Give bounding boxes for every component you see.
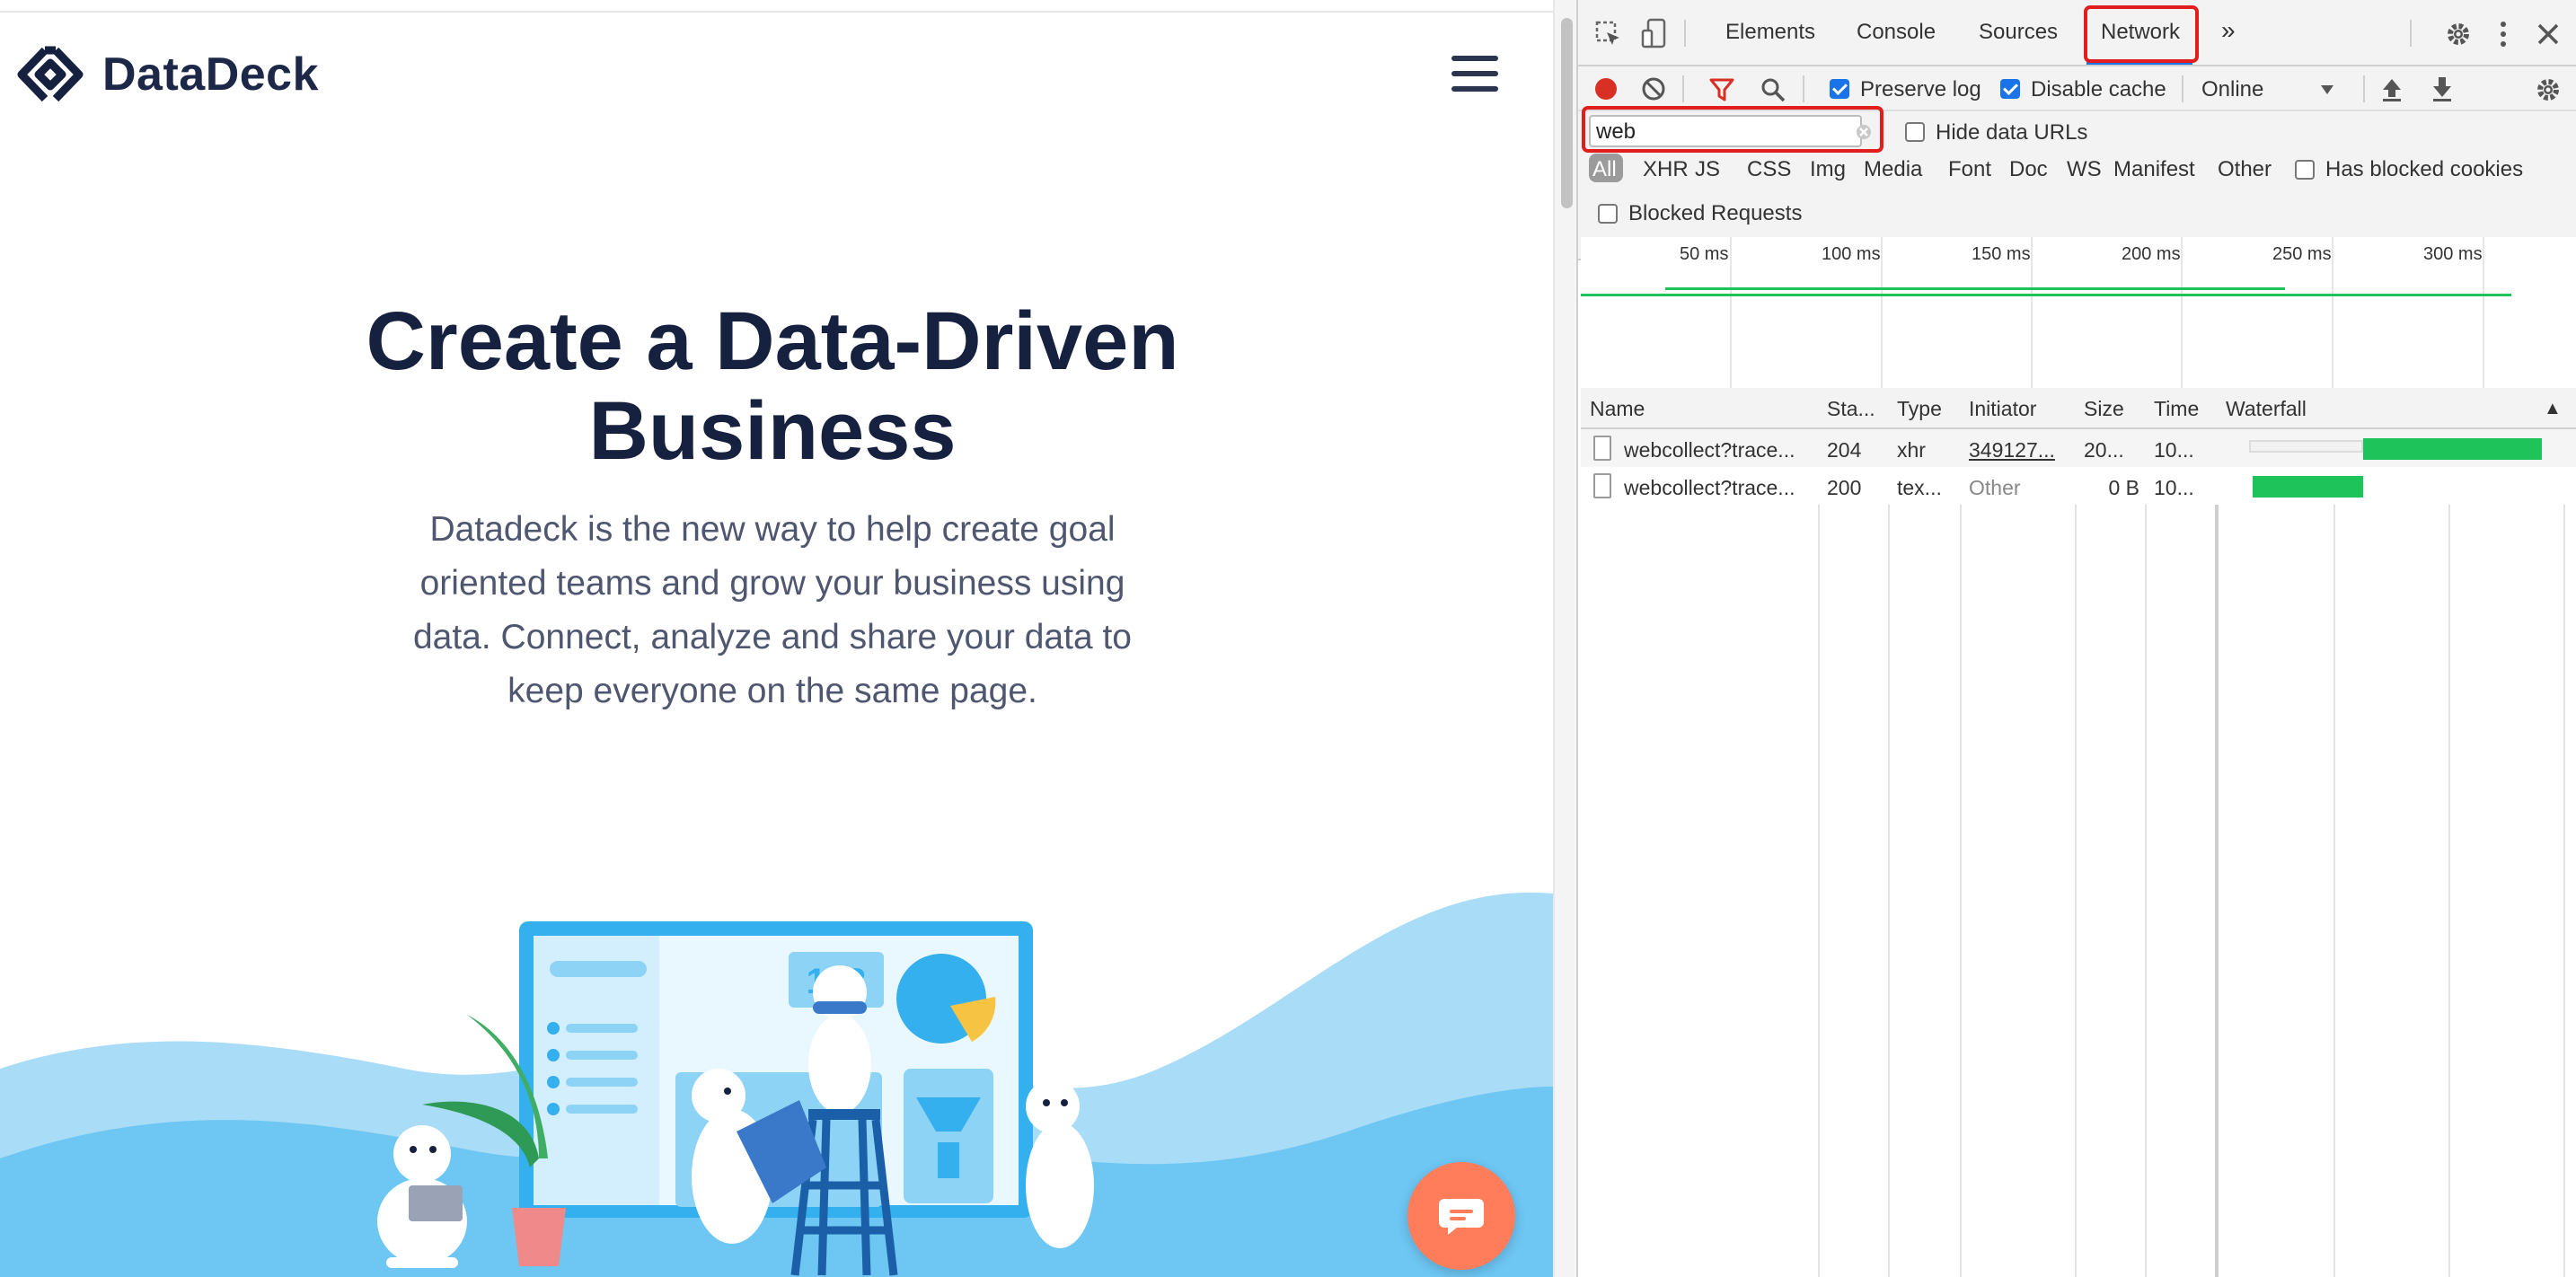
type-filter-js[interactable]: JS <box>1695 157 1720 182</box>
import-har-icon[interactable] <box>2379 75 2404 102</box>
request-type: tex... <box>1897 476 1942 499</box>
request-time: 10... <box>2154 438 2194 462</box>
close-icon[interactable] <box>2536 22 2561 47</box>
waterfall-receive-bar <box>2363 438 2543 460</box>
has-blocked-cookies-checkbox[interactable] <box>2295 160 2315 180</box>
hide-data-urls-label: Hide data URLs <box>1936 120 2088 145</box>
request-initiator: Other <box>1969 476 2021 499</box>
timeline-tick-label: 50 ms <box>1680 244 1729 264</box>
site-logo[interactable]: DataDeck <box>14 43 319 106</box>
page-top-border <box>0 0 1553 13</box>
web-page: DataDeck Create a Data-Driven Business D… <box>0 0 1553 1277</box>
type-filter-ws[interactable]: WS <box>2067 157 2102 182</box>
timeline-tick-label: 200 ms <box>2122 244 2181 264</box>
type-filter-font[interactable]: Font <box>1948 157 1991 182</box>
clear-icon[interactable] <box>1641 76 1666 101</box>
column-header-type[interactable]: Type <box>1897 397 1942 421</box>
datadeck-logo-icon <box>17 46 84 102</box>
hide-data-urls-checkbox[interactable] <box>1905 122 1925 142</box>
tab-sources[interactable]: Sources <box>1979 20 2058 45</box>
waterfall-receive-bar <box>2252 476 2364 498</box>
column-header-time[interactable]: Time <box>2154 397 2199 421</box>
blocked-requests-label: Blocked Requests <box>1628 201 1803 225</box>
device-toolbar-icon[interactable] <box>1641 18 1668 48</box>
document-file-icon <box>1593 436 1611 461</box>
more-tabs-chevron-icon[interactable]: » <box>2221 16 2236 45</box>
request-size: 0 B <box>2108 476 2139 499</box>
page-scrollbar[interactable] <box>1553 0 1578 1277</box>
gear-icon[interactable] <box>2444 20 2473 48</box>
timeline-activity-bar <box>1665 287 2285 290</box>
column-header-name[interactable]: Name <box>1590 397 1645 421</box>
column-header-size[interactable]: Size <box>2084 397 2124 421</box>
preserve-log-checkbox[interactable] <box>1830 79 1849 99</box>
request-size: 20... <box>2084 438 2124 462</box>
record-icon[interactable] <box>1592 75 1619 102</box>
network-timeline-overview[interactable]: 50 ms 100 ms 150 ms 200 ms 250 ms 300 ms <box>1581 237 2576 390</box>
type-filter-css[interactable]: CSS <box>1747 157 1791 182</box>
export-har-icon[interactable] <box>2430 75 2455 102</box>
type-filter-img[interactable]: Img <box>1810 157 1846 182</box>
hero-illustration: 123 <box>0 892 1553 1277</box>
dropdown-arrow-icon <box>2321 85 2333 94</box>
disable-cache-label: Disable cache <box>2031 77 2166 101</box>
request-time: 10... <box>2154 476 2194 499</box>
search-icon[interactable] <box>1760 76 1786 103</box>
filter-icon[interactable] <box>1709 77 1734 102</box>
hero-title: Create a Data-Driven Business <box>366 295 1179 477</box>
type-filter-all[interactable]: All <box>1592 157 1617 182</box>
table-header: Name Sta... Type Initiator Size Time Wat… <box>1581 388 2576 429</box>
waterfall-wait-bar <box>2248 440 2364 453</box>
timeline-tick-label: 150 ms <box>1972 244 2031 264</box>
has-blocked-cookies-label: Has blocked cookies <box>2325 157 2524 181</box>
throttling-select[interactable]: Online <box>2201 72 2374 106</box>
network-toolbar: Preserve log Disable cache Online <box>1578 66 2576 111</box>
type-filter-other[interactable]: Other <box>2218 157 2272 182</box>
preserve-log-label: Preserve log <box>1860 77 1981 101</box>
type-filter-manifest[interactable]: Manifest <box>2113 157 2195 182</box>
network-request-table: Name Sta... Type Initiator Size Time Wat… <box>1581 388 2576 1277</box>
network-settings-gear-icon[interactable] <box>2534 75 2563 104</box>
tab-console[interactable]: Console <box>1857 20 1936 45</box>
inspect-element-icon[interactable] <box>1594 20 1623 48</box>
disable-cache-checkbox[interactable] <box>2000 79 2020 99</box>
request-name[interactable]: webcollect?trace... <box>1624 476 1814 500</box>
request-status: 200 <box>1827 476 1862 499</box>
hero-subtitle: Datadeck is the new way to help create g… <box>412 510 1133 710</box>
request-status: 204 <box>1827 438 1862 462</box>
filter-input[interactable] <box>1589 115 1862 147</box>
type-filter-doc[interactable]: Doc <box>2009 157 2048 182</box>
column-header-initiator[interactable]: Initiator <box>1969 397 2036 421</box>
throttling-value: Online <box>2201 77 2264 101</box>
kebab-menu-icon[interactable] <box>2498 20 2509 48</box>
active-tab-indicator <box>2086 61 2192 65</box>
timeline-tick-label: 250 ms <box>2272 244 2332 264</box>
type-filter-xhr[interactable]: XHR <box>1643 157 1689 182</box>
sort-ascending-icon[interactable]: ▲ <box>2544 399 2562 419</box>
column-header-status[interactable]: Sta... <box>1827 397 1875 421</box>
scrollbar-thumb[interactable] <box>1561 18 1573 208</box>
timeline-activity-bar <box>1581 294 2511 296</box>
clear-input-icon[interactable] <box>1855 123 1873 141</box>
tab-elements[interactable]: Elements <box>1725 20 1815 45</box>
logo-text: DataDeck <box>102 48 320 101</box>
document-file-icon <box>1593 473 1611 498</box>
devtools-tab-bar: Elements Console Sources Network » <box>1578 0 2576 66</box>
request-type: xhr <box>1897 438 1926 462</box>
chat-bubble-icon <box>1439 1199 1484 1235</box>
chat-button[interactable] <box>1407 1162 1515 1270</box>
column-header-waterfall[interactable]: Waterfall <box>2226 397 2307 421</box>
timeline-tick-label: 100 ms <box>1822 244 1881 264</box>
tab-network[interactable]: Network <box>2101 20 2180 45</box>
hamburger-menu-icon[interactable] <box>1451 56 1498 92</box>
type-filter-media[interactable]: Media <box>1864 157 1922 182</box>
request-initiator-link[interactable]: 349127... <box>1969 438 2055 462</box>
blocked-requests-checkbox[interactable] <box>1598 204 1618 224</box>
timeline-tick-label: 300 ms <box>2423 244 2483 264</box>
request-name[interactable]: webcollect?trace... <box>1624 438 1814 462</box>
